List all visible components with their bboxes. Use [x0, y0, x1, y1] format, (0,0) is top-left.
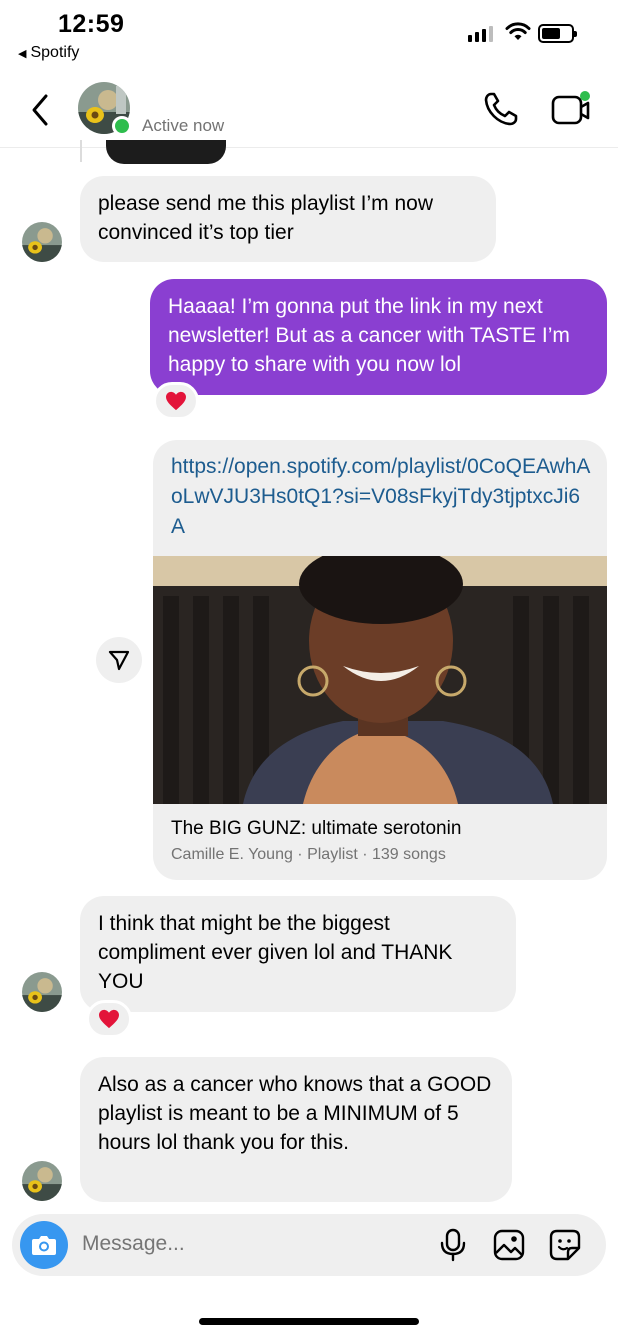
wifi-icon — [505, 22, 531, 40]
active-status-text: Active now — [142, 116, 225, 135]
heart-icon — [166, 391, 186, 411]
incoming-message[interactable]: please send me this playlist I’m now con… — [80, 176, 496, 262]
share-button[interactable] — [96, 637, 142, 683]
link-title: The BIG GUNZ: ultimate serotonin — [171, 818, 462, 839]
online-status-dot — [112, 116, 132, 136]
video-call-icon[interactable] — [550, 90, 592, 128]
incoming-message[interactable]: I think that might be the biggest compli… — [80, 896, 516, 1012]
cellular-signal-icon — [468, 26, 493, 42]
back-to-app-link[interactable]: ◀ Spotify — [18, 44, 79, 62]
previous-media-thumbnail[interactable] — [106, 140, 226, 164]
heart-icon — [99, 1009, 119, 1029]
message-text: Haaaa! I’m gonna put the link in my next… — [168, 295, 570, 376]
message-composer — [12, 1214, 606, 1276]
back-app-label: Spotify — [30, 44, 80, 61]
message-text: Also as a cancer who knows that a GOOD p… — [98, 1073, 492, 1154]
camera-button[interactable] — [20, 1221, 68, 1269]
back-triangle-icon: ◀ — [18, 47, 27, 60]
chat-header: Active now — [0, 78, 618, 148]
message-reaction[interactable] — [86, 1000, 132, 1038]
message-reaction[interactable] — [153, 382, 199, 420]
share-arrow-icon — [108, 650, 130, 671]
incoming-message[interactable]: Also as a cancer who knows that a GOOD p… — [80, 1057, 512, 1202]
sender-avatar[interactable] — [22, 1161, 62, 1201]
link-subtitle: Camille E. Young · Playlist · 139 songs — [171, 846, 446, 863]
microphone-icon[interactable] — [438, 1228, 468, 1262]
message-text: I think that might be the biggest compli… — [98, 912, 453, 993]
camera-icon — [32, 1236, 56, 1255]
back-chevron-icon[interactable] — [26, 92, 56, 128]
link-preview-card[interactable]: https://open.spotify.com/playlist/0CoQEA… — [153, 440, 607, 880]
message-input[interactable] — [82, 1232, 412, 1256]
phone-icon[interactable] — [482, 90, 520, 128]
battery-icon — [538, 24, 577, 43]
playlist-cover-image — [153, 556, 607, 804]
gallery-icon[interactable] — [492, 1228, 526, 1262]
outgoing-message[interactable]: Haaaa! I’m gonna put the link in my next… — [150, 279, 607, 395]
status-time: 12:59 — [58, 10, 125, 38]
sticker-icon[interactable] — [548, 1228, 582, 1262]
link-url[interactable]: https://open.spotify.com/playlist/0CoQEA… — [171, 452, 591, 542]
message-text: please send me this playlist I’m now con… — [98, 192, 433, 244]
home-indicator[interactable] — [199, 1318, 419, 1325]
sender-avatar[interactable] — [22, 222, 62, 262]
sender-avatar[interactable] — [22, 972, 62, 1012]
thread-reply-line — [80, 140, 82, 162]
